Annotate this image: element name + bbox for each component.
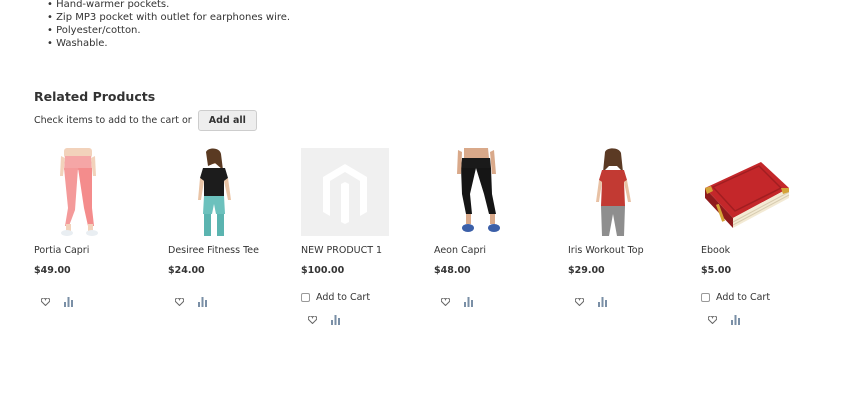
heart-icon[interactable] [706, 313, 719, 326]
add-to-cart-checkbox[interactable] [701, 293, 710, 302]
product-price: $48.00 [434, 265, 471, 276]
product-feature-list: Hand-warmer pockets. Zip MP3 pocket with… [47, 0, 290, 50]
heart-icon[interactable] [439, 295, 452, 308]
add-to-cart-checkbox-row: Add to Cart [301, 292, 370, 303]
product-image-placeholder[interactable] [301, 148, 389, 236]
compare-bars-icon[interactable] [596, 295, 609, 308]
product-image-iris-workout-top[interactable] [568, 148, 658, 238]
product-price: $5.00 [701, 265, 732, 276]
add-to-cart-label[interactable]: Add to Cart [716, 292, 770, 303]
compare-bars-icon[interactable] [729, 313, 742, 326]
feature-item: Zip MP3 pocket with outlet for earphones… [47, 11, 290, 24]
product-price: $100.00 [301, 265, 345, 276]
feature-item: Hand-warmer pockets. [47, 0, 290, 11]
compare-bars-icon[interactable] [196, 295, 209, 308]
heart-icon[interactable] [306, 313, 319, 326]
product-price: $49.00 [34, 265, 71, 276]
product-card-desiree-fitness-tee: Desiree Fitness Tee $24.00 [168, 148, 288, 307]
product-name[interactable]: Desiree Fitness Tee [168, 245, 259, 256]
feature-item: Washable. [47, 37, 290, 50]
product-image-desiree-fitness-tee[interactable] [168, 148, 258, 238]
add-to-cart-label[interactable]: Add to Cart [316, 292, 370, 303]
check-items-text: Check items to add to the cart or [34, 115, 192, 126]
add-all-button[interactable]: Add all [197, 110, 257, 131]
add-to-cart-checkbox[interactable] [301, 293, 310, 302]
product-name[interactable]: Ebook [701, 245, 730, 256]
product-card-aeon-capri: Aeon Capri $48.00 [434, 148, 554, 307]
product-actions [306, 313, 342, 326]
related-check-row: Check items to add to the cart or Add al… [34, 110, 257, 131]
feature-item: Polyester/cotton. [47, 24, 290, 37]
related-products-title: Related Products [34, 89, 156, 104]
product-price: $24.00 [168, 265, 205, 276]
product-image-aeon-capri[interactable] [434, 148, 524, 238]
product-actions [706, 313, 742, 326]
product-card-ebook: Ebook $5.00 Add to Cart [701, 148, 821, 325]
heart-icon[interactable] [573, 295, 586, 308]
heart-icon[interactable] [39, 295, 52, 308]
product-actions [439, 295, 475, 308]
compare-bars-icon[interactable] [329, 313, 342, 326]
product-price: $29.00 [568, 265, 605, 276]
product-image-ebook[interactable] [701, 148, 791, 238]
product-name[interactable]: Portia Capri [34, 245, 89, 256]
product-actions [573, 295, 609, 308]
product-image-portia-capri[interactable] [34, 148, 124, 238]
product-card-iris-workout-top: Iris Workout Top $29.00 [568, 148, 688, 307]
product-name[interactable]: Iris Workout Top [568, 245, 644, 256]
compare-bars-icon[interactable] [62, 295, 75, 308]
add-to-cart-checkbox-row: Add to Cart [701, 292, 770, 303]
product-actions [173, 295, 209, 308]
heart-icon[interactable] [173, 295, 186, 308]
product-actions [39, 295, 75, 308]
compare-bars-icon[interactable] [462, 295, 475, 308]
product-name[interactable]: Aeon Capri [434, 245, 486, 256]
related-products-grid: Portia Capri $49.00 Desiree Fitness Tee … [0, 148, 850, 348]
product-card-portia-capri: Portia Capri $49.00 [34, 148, 154, 307]
product-card-new-product-1: NEW PRODUCT 1 $100.00 Add to Cart [301, 148, 421, 325]
product-name[interactable]: NEW PRODUCT 1 [301, 245, 382, 256]
